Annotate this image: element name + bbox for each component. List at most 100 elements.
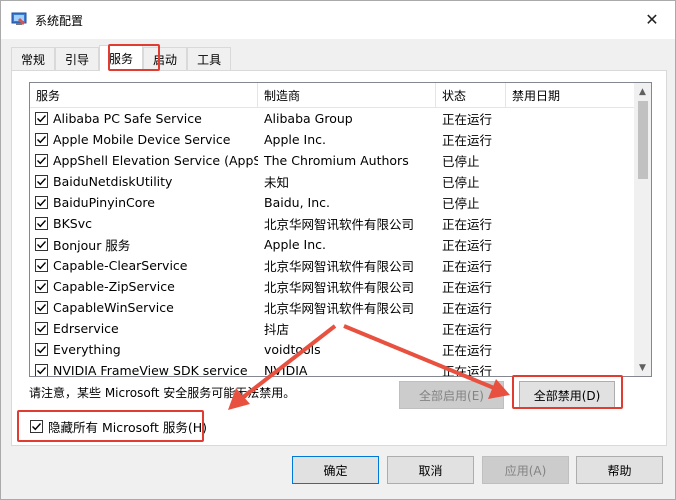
- scroll-thumb[interactable]: [638, 101, 648, 179]
- service-checkbox[interactable]: [35, 238, 48, 251]
- service-row[interactable]: CapableWinService 北京华网智讯软件有限公司 正在运行: [30, 297, 635, 318]
- checkmark-icon: [37, 136, 47, 144]
- status-cell: 已停止: [442, 196, 480, 211]
- maker-cell: Apple Inc.: [264, 132, 327, 147]
- disabled-date-cell: [506, 108, 635, 129]
- service-checkbox[interactable]: [35, 133, 48, 146]
- checkmark-icon: [37, 367, 47, 375]
- service-name: Capable-ZipService: [53, 279, 175, 294]
- service-name-cell: BKSvc: [30, 213, 258, 234]
- window-title: 系统配置: [35, 14, 84, 28]
- checkmark-icon: [37, 199, 47, 207]
- checkmark-icon: [32, 423, 42, 431]
- service-name-cell: AppShell Elevation Service (AppS...: [30, 150, 258, 171]
- service-row[interactable]: Everything voidtools 正在运行: [30, 339, 635, 360]
- disabled-date-cell: [506, 171, 635, 192]
- checkmark-icon: [37, 325, 47, 333]
- service-row[interactable]: AppShell Elevation Service (AppS... The C…: [30, 150, 635, 171]
- status-cell: 正在运行: [442, 133, 493, 148]
- disabled-date-cell: [506, 360, 635, 376]
- maker-cell: Baidu, Inc.: [264, 195, 330, 210]
- column-header-maker[interactable]: 制造商: [258, 83, 436, 108]
- service-checkbox[interactable]: [35, 364, 48, 376]
- service-row[interactable]: BaiduPinyinCore Baidu, Inc. 已停止: [30, 192, 635, 213]
- maker-cell: 抖店: [264, 322, 290, 337]
- service-name-cell: Apple Mobile Device Service: [30, 129, 258, 150]
- checkmark-icon: [37, 304, 47, 312]
- scroll-up-icon[interactable]: ▲: [634, 83, 651, 100]
- service-name: BaiduNetdiskUtility: [53, 174, 173, 189]
- checkmark-icon: [37, 178, 47, 186]
- checkmark-icon: [37, 220, 47, 228]
- service-checkbox[interactable]: [35, 217, 48, 230]
- disabled-date-cell: [506, 234, 635, 255]
- status-cell: 正在运行: [442, 259, 493, 274]
- maker-cell: NVIDIA: [264, 363, 308, 377]
- disabled-date-cell: [506, 129, 635, 150]
- service-row[interactable]: Bonjour 服务 Apple Inc. 正在运行: [30, 234, 635, 255]
- notice-text: 请注意，某些 Microsoft 安全服务可能无法禁用。: [29, 386, 296, 400]
- service-name: Apple Mobile Device Service: [53, 132, 231, 147]
- service-name-cell: CapableWinService: [30, 297, 258, 318]
- list-header: 服务 制造商 状态 禁用日期: [30, 83, 635, 108]
- service-row[interactable]: BKSvc 北京华网智讯软件有限公司 正在运行: [30, 213, 635, 234]
- scroll-down-icon[interactable]: ▼: [634, 359, 651, 376]
- service-checkbox[interactable]: [35, 322, 48, 335]
- checkbox[interactable]: [30, 420, 43, 433]
- maker-cell: 北京华网智讯软件有限公司: [264, 280, 415, 295]
- column-header-service[interactable]: 服务: [30, 83, 258, 108]
- help-button[interactable]: 帮助: [576, 456, 663, 484]
- tab-startup[interactable]: 启动: [143, 47, 188, 71]
- enable-all-button[interactable]: 全部启用(E): [399, 381, 504, 409]
- hide-microsoft-services-checkbox[interactable]: 隐藏所有 Microsoft 服务(H): [30, 417, 207, 436]
- service-checkbox[interactable]: [35, 259, 48, 272]
- services-list: 服务 制造商 状态 禁用日期 Alibaba PC Safe Service Al…: [29, 82, 652, 377]
- status-cell: 正在运行: [442, 364, 493, 377]
- service-name: Everything: [53, 342, 121, 357]
- vertical-scrollbar[interactable]: ▲ ▼: [634, 83, 651, 376]
- service-row[interactable]: Edrservice 抖店 正在运行: [30, 318, 635, 339]
- checkmark-icon: [37, 157, 47, 165]
- disabled-date-cell: [506, 318, 635, 339]
- service-name-cell: Bonjour 服务: [30, 234, 258, 255]
- service-checkbox[interactable]: [35, 343, 48, 356]
- tab-services[interactable]: 服务: [99, 45, 144, 71]
- service-checkbox[interactable]: [35, 196, 48, 209]
- maker-cell: The Chromium Authors: [264, 153, 409, 168]
- tab-tools[interactable]: 工具: [187, 47, 232, 71]
- checkmark-icon: [37, 262, 47, 270]
- service-row[interactable]: BaiduNetdiskUtility 未知 已停止: [30, 171, 635, 192]
- service-row[interactable]: Alibaba PC Safe Service Alibaba Group 正在运行: [30, 108, 635, 129]
- service-checkbox[interactable]: [35, 280, 48, 293]
- tab-boot[interactable]: 引导: [55, 47, 100, 71]
- maker-cell: 北京华网智讯软件有限公司: [264, 217, 415, 232]
- service-name-cell: Capable-ZipService: [30, 276, 258, 297]
- service-name-cell: BaiduPinyinCore: [30, 192, 258, 213]
- service-row[interactable]: NVIDIA FrameView SDK service NVIDIA 正在运行: [30, 360, 635, 377]
- cancel-button[interactable]: 取消: [387, 456, 474, 484]
- service-name: Bonjour 服务: [53, 238, 131, 253]
- tab-general[interactable]: 常规: [11, 47, 56, 71]
- apply-button[interactable]: 应用(A): [482, 456, 569, 484]
- close-button[interactable]: ✕: [629, 1, 675, 37]
- status-cell: 正在运行: [442, 322, 493, 337]
- disable-all-button[interactable]: 全部禁用(D): [519, 381, 615, 409]
- service-row[interactable]: Apple Mobile Device Service Apple Inc. 正在运…: [30, 129, 635, 150]
- service-checkbox[interactable]: [35, 301, 48, 314]
- ok-button[interactable]: 确定: [292, 456, 379, 484]
- status-cell: 正在运行: [442, 343, 493, 358]
- status-cell: 正在运行: [442, 217, 493, 232]
- service-name: CapableWinService: [53, 300, 174, 315]
- column-header-status[interactable]: 状态: [436, 83, 506, 108]
- disabled-date-cell: [506, 339, 635, 360]
- service-checkbox[interactable]: [35, 175, 48, 188]
- title-bar: 系统配置 ✕: [1, 1, 675, 39]
- checkmark-icon: [37, 346, 47, 354]
- service-row[interactable]: Capable-ClearService 北京华网智讯软件有限公司 正在运行: [30, 255, 635, 276]
- column-header-disabled-date[interactable]: 禁用日期: [506, 83, 635, 108]
- maker-cell: 北京华网智讯软件有限公司: [264, 301, 415, 316]
- service-row[interactable]: Capable-ZipService 北京华网智讯软件有限公司 正在运行: [30, 276, 635, 297]
- system-config-window: 系统配置 ✕ 常规 引导 服务 启动 工具 服务 制造商 状态 禁用日期 Ali…: [0, 0, 676, 500]
- service-checkbox[interactable]: [35, 112, 48, 125]
- service-checkbox[interactable]: [35, 154, 48, 167]
